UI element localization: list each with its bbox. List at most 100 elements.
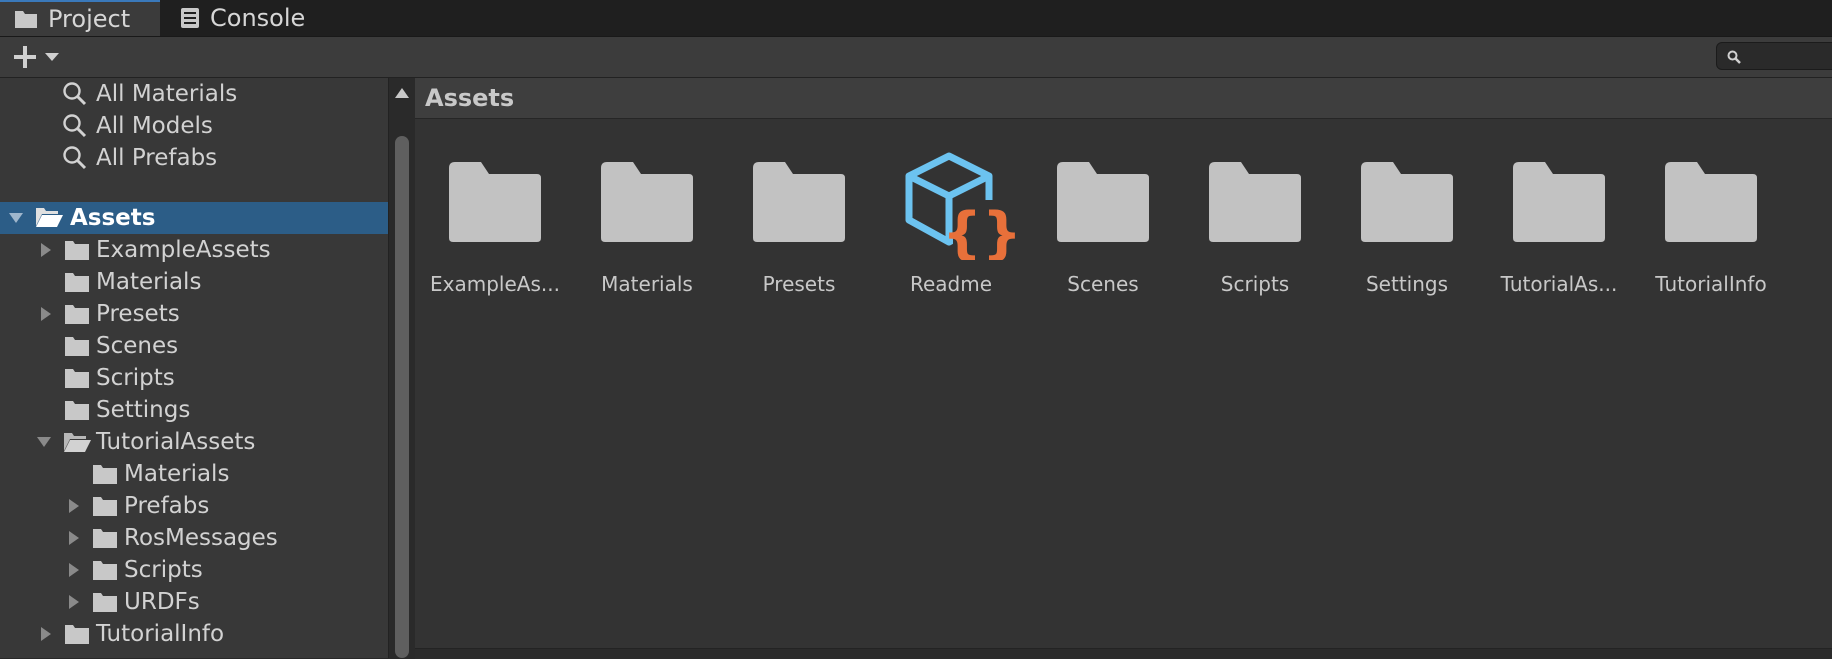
asset-folder-presets[interactable]: Presets [729,148,869,298]
breadcrumb-assets[interactable]: Assets [425,84,514,112]
tree-item-label: Scenes [96,333,179,359]
folder-icon [93,497,117,516]
expanded-arrow-icon[interactable] [8,210,24,226]
asset-name: Scripts [1220,272,1290,296]
asset-folder-example-assets[interactable]: ExampleAs... [425,148,565,298]
asset-name: Materials [601,272,693,296]
folder-icon [65,241,89,260]
folder-icon [449,162,541,242]
tree-item-tutorial-assets[interactable]: TutorialAssets [0,426,388,458]
favorite-all-materials[interactable]: All Materials [0,78,388,110]
tree-item-ros-messages[interactable]: RosMessages [0,522,388,554]
tree-item-label: Settings [96,397,191,423]
asset-folder-tutorial-assets[interactable]: TutorialAs... [1489,148,1629,298]
scrollbar-thumb[interactable] [395,136,409,658]
tree-item-scenes[interactable]: Scenes [0,330,388,362]
tree-item-presets[interactable]: Presets [0,298,388,330]
tree-item-label: Materials [124,461,230,487]
folder-icon [1057,162,1149,242]
search-input[interactable] [1745,45,1832,69]
asset-browser-footer [415,648,1832,659]
console-icon [181,8,199,28]
search-field[interactable] [1716,42,1832,70]
breadcrumb: Assets [415,78,1832,119]
asset-browser: Assets ExampleAs... Materials Presets {}… [415,78,1832,659]
search-icon [1727,50,1741,64]
tab-project[interactable]: Project [0,0,160,36]
collapsed-arrow-icon[interactable] [66,498,82,514]
tree-item-label: All Materials [96,81,238,107]
folder-icon [601,162,693,242]
tree-item-label: URDFs [124,589,200,615]
collapsed-arrow-icon[interactable] [66,530,82,546]
collapsed-arrow-icon[interactable] [66,562,82,578]
tree-item-settings[interactable]: Settings [0,394,388,426]
asset-readme[interactable]: {} Readme [881,148,1021,298]
window-tab-bar: Project Console [0,0,1832,37]
folder-icon [65,273,89,292]
tree-item-label: Prefabs [124,493,210,519]
tree-item-prefabs[interactable]: Prefabs [0,490,388,522]
folder-icon [65,305,89,324]
collapsed-arrow-icon[interactable] [38,242,54,258]
project-toolbar [0,37,1832,78]
tree-item-assets[interactable]: Assets [0,202,388,234]
asset-folder-scenes[interactable]: Scenes [1033,148,1173,298]
tree-item-tutorial-info[interactable]: TutorialInfo [0,618,388,650]
tree-item-label: Scripts [124,557,203,583]
expanded-arrow-icon[interactable] [36,434,52,450]
asset-name: TutorialAs... [1500,272,1618,296]
folder-icon [1209,162,1301,242]
folder-open-icon [64,433,91,452]
folder-icon [1665,162,1757,242]
collapsed-arrow-icon[interactable] [38,626,54,642]
folder-icon [93,529,117,548]
asset-name: ExampleAs... [430,272,560,296]
collapsed-arrow-icon[interactable] [38,306,54,322]
folder-icon [65,369,89,388]
folder-icon [65,625,89,644]
tree-item-example-assets[interactable]: ExampleAssets [0,234,388,266]
search-icon [63,146,87,170]
tree-item-materials[interactable]: Materials [0,266,388,298]
tree-item-urdfs[interactable]: URDFs [0,586,388,618]
asset-name: TutorialInfo [1655,272,1767,296]
tree-item-scripts[interactable]: Scripts [0,362,388,394]
project-folder-tree: All Materials All Models All Prefabs Ass… [0,78,388,658]
folder-icon [15,11,37,28]
tree-item-label: RosMessages [124,525,278,551]
favorite-all-prefabs[interactable]: All Prefabs [0,142,388,174]
search-icon [63,82,87,106]
create-asset-button[interactable] [12,43,68,71]
svg-text:{}: {} [942,201,1015,260]
favorite-all-models[interactable]: All Models [0,110,388,142]
tree-item-label: Presets [96,301,180,327]
asset-name: Readme [909,272,993,296]
asset-folder-scripts[interactable]: Scripts [1185,148,1325,298]
tab-console-label: Console [210,4,306,32]
asset-folder-materials[interactable]: Materials [577,148,717,298]
asset-folder-settings[interactable]: Settings [1337,148,1477,298]
tree-item-label: ExampleAssets [96,237,271,263]
folder-icon [65,337,89,356]
tree-item-tutorial-scripts[interactable]: Scripts [0,554,388,586]
search-icon [63,114,87,138]
tree-item-label: Scripts [96,365,175,391]
chevron-down-icon [45,53,59,61]
tab-project-label: Project [48,5,131,33]
tree-item-label: Assets [70,205,156,231]
asset-name: Settings [1365,272,1449,296]
tab-console[interactable]: Console [162,0,332,36]
plus-icon [14,46,36,68]
folder-icon [93,593,117,612]
folder-icon [1361,162,1453,242]
tree-item-tutorial-materials[interactable]: Materials [0,458,388,490]
folder-icon [93,561,117,580]
asset-folder-tutorial-info[interactable]: TutorialInfo [1641,148,1781,298]
tree-item-label: Materials [96,269,202,295]
collapsed-arrow-icon[interactable] [66,594,82,610]
tree-scrollbar[interactable] [388,78,415,658]
folder-icon [93,465,117,484]
tree-item-label: TutorialAssets [96,429,256,455]
scroll-up-arrow-icon[interactable] [395,88,409,98]
